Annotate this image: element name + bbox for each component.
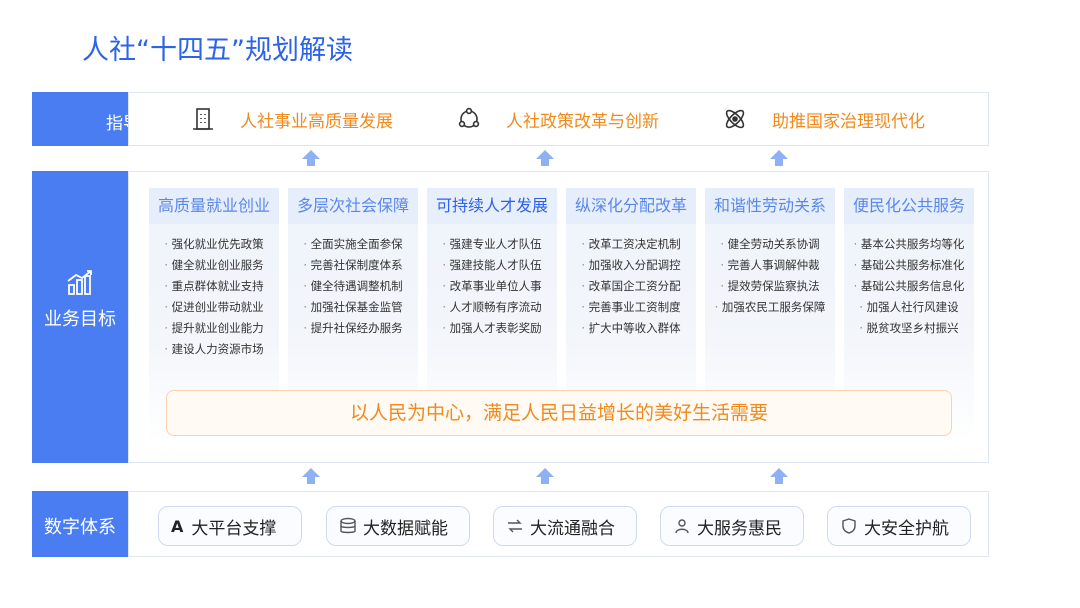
list-item: 健全待遇调整机制 [288, 276, 418, 297]
list-item: 完善人事调解仲裁 [705, 255, 835, 276]
up-arrow-icon [302, 150, 320, 166]
list-item: 全面实施全面参保 [288, 234, 418, 255]
list-item: 强化就业优先政策 [149, 234, 279, 255]
list-item: 提升就业创业能力 [149, 318, 279, 339]
digital-label: 数字体系 [44, 517, 116, 538]
digital-tag-label: 大数据赋能 [363, 518, 448, 539]
up-arrow-icon [536, 150, 554, 166]
digital-tag-big-data: 大数据赋能 [326, 506, 470, 546]
list-item: 基础公共服务信息化 [844, 276, 974, 297]
people-centered-banner: 以人民为中心，满足人民日益增长的美好生活需要 [166, 390, 952, 436]
platform-icon: A [171, 516, 184, 536]
list-item: 脱贫攻坚乡村振兴 [844, 318, 974, 339]
up-arrow-icon [302, 468, 320, 484]
business-label: 业务目标 [44, 309, 116, 330]
digital-tag-platform: A 大平台支撑 [158, 506, 302, 546]
network-icon [458, 107, 480, 128]
service-icon [675, 519, 689, 534]
guide-goal-3-label: 助推国家治理现代化 [772, 111, 925, 132]
digital-tag-label: 大平台支撑 [191, 518, 277, 539]
digital-tag-label: 大服务惠民 [697, 518, 782, 539]
list-item: 提升社保经办服务 [288, 318, 418, 339]
list-item: 强建技能人才队伍 [427, 255, 557, 276]
digital-tag-circulation: 大流通融合 [493, 506, 637, 546]
list-item: 改革国企工资分配 [566, 276, 696, 297]
list-item: 改革工资决定机制 [566, 234, 696, 255]
guide-goal-1: 人社事业高质量发展 [190, 92, 393, 146]
column-title: 便民化公共服务 [844, 188, 974, 224]
list-item: 提效劳保监察执法 [705, 276, 835, 297]
column-title: 多层次社会保障 [288, 188, 418, 224]
database-icon [340, 517, 356, 534]
column-title: 和谐性劳动关系 [705, 188, 835, 224]
guide-goal-2-label: 人社政策改革与创新 [506, 111, 659, 132]
list-item: 完善事业工资制度 [566, 297, 696, 318]
list-item: 加强收入分配调控 [566, 255, 696, 276]
up-arrow-icon [770, 468, 788, 484]
column-title: 高质量就业创业 [149, 188, 279, 224]
list-item: 健全劳动关系协调 [705, 234, 835, 255]
digital-tag-security: 大安全护航 [827, 506, 971, 546]
guide-goal-1-label: 人社事业高质量发展 [240, 111, 393, 132]
guide-goal-3: 助推国家治理现代化 [722, 92, 925, 146]
guide-label: 指导 [106, 114, 128, 134]
list-item: 建设人力资源市场 [149, 339, 279, 360]
list-item: 人才顺畅有序流动 [427, 297, 557, 318]
list-item: 基础公共服务标准化 [844, 255, 974, 276]
bar-chart-icon [67, 270, 92, 295]
list-item: 基本公共服务均等化 [844, 234, 974, 255]
page-title: 人社“十四五”规划解读 [82, 35, 353, 66]
list-item: 重点群体就业支持 [149, 276, 279, 297]
list-item: 加强农民工服务保障 [705, 297, 835, 318]
list-item: 完善社保制度体系 [288, 255, 418, 276]
list-item: 扩大中等收入群体 [566, 318, 696, 339]
list-item: 强建专业人才队伍 [427, 234, 557, 255]
business-label-block: 业务目标 [32, 171, 128, 463]
up-arrow-icon [536, 468, 554, 484]
list-item: 加强社保基金监管 [288, 297, 418, 318]
list-item: 加强人才表彰奖励 [427, 318, 557, 339]
guide-label-block: 指导 [32, 92, 128, 146]
digital-tag-service: 大服务惠民 [660, 506, 804, 546]
digital-label-block: 数字体系 [32, 491, 128, 557]
up-arrow-icon [770, 150, 788, 166]
building-icon [193, 108, 213, 130]
digital-tag-label: 大流通融合 [530, 518, 615, 539]
list-item: 加强人社行风建设 [844, 297, 974, 318]
digital-tag-label: 大安全护航 [864, 518, 949, 539]
shield-icon [842, 518, 856, 534]
flow-icon [508, 519, 522, 533]
guide-goal-2: 人社政策改革与创新 [456, 92, 659, 146]
list-item: 促进创业带动就业 [149, 297, 279, 318]
column-title: 可持续人才发展 [427, 188, 557, 224]
atom-icon [725, 109, 745, 129]
column-title: 纵深化分配改革 [566, 188, 696, 224]
list-item: 改革事业单位人事 [427, 276, 557, 297]
list-item: 健全就业创业服务 [149, 255, 279, 276]
